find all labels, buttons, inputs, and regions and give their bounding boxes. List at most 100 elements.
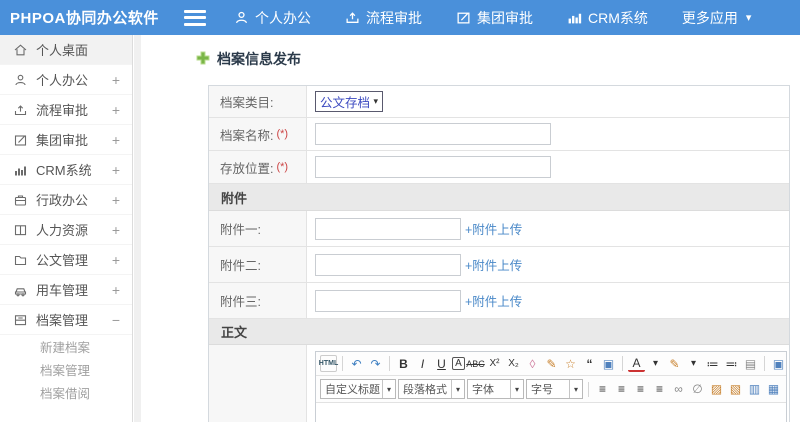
font-family-select[interactable]: 字体 ▾ [467, 379, 524, 399]
html-source-button[interactable]: HTML [319, 355, 338, 372]
sidebar-item-label: 档案管理 [36, 313, 89, 328]
briefcase-icon [13, 193, 28, 207]
underline-button[interactable]: U [433, 355, 450, 372]
topnav-label: CRM系统 [588, 9, 648, 26]
unlink-icon[interactable]: ∅ [689, 381, 706, 398]
topnav-personal-office[interactable]: 个人办公 [234, 8, 311, 28]
font-style-button[interactable]: A [452, 357, 465, 370]
top-bar: PHPOA协同办公软件 个人办公 流程审批 集团审批 CRM系统 更多应用 ▾ [0, 0, 800, 35]
unordered-list-icon[interactable]: ≕ [723, 355, 740, 372]
undo-icon[interactable]: ↶ [348, 355, 365, 372]
add-plus-icon [196, 51, 210, 68]
expand-plus-icon[interactable]: + [112, 132, 120, 148]
category-select[interactable]: 公文存档 ▾ [315, 91, 383, 112]
bar-chart-icon [13, 163, 28, 177]
form-row-body: HTML ↶ ↷ B I U A ABC X² X₂ ◊ ✎ ☆ “ ▣ A ▾… [209, 345, 789, 422]
align-left-icon[interactable]: ≡ [594, 381, 611, 398]
caret-down-icon: ▾ [451, 380, 464, 398]
editor-toolbar-row2: 自定义标题 ▾ 段落格式 ▾ 字体 ▾ 字号 ▾ ≡ ≡ ≡ ≡ ∞ ∅ ▨ ▧… [316, 376, 786, 403]
body-section-header: 正文 [209, 319, 789, 345]
format-brush-icon[interactable]: ✎ [543, 355, 560, 372]
attachment1-upload-link[interactable]: +附件上传 [465, 219, 522, 238]
highlight-pen-icon[interactable]: ✎ [666, 355, 683, 372]
strikethrough-button[interactable]: ABC [466, 355, 485, 372]
user-icon [13, 73, 28, 87]
expand-plus-icon[interactable]: + [112, 192, 120, 208]
sidebar-item-vehicle-mgmt[interactable]: 用车管理 + [0, 275, 132, 305]
archive-form: 档案类目: 公文存档 ▾ 档案名称: (*) 存放位置: (*) 附件 附件一:… [208, 85, 790, 422]
caret-down-icon[interactable]: ▾ [685, 355, 702, 372]
topnav-group-approval[interactable]: 集团审批 [456, 8, 533, 28]
superscript-button[interactable]: X² [486, 355, 503, 372]
form-row-name: 档案名称: (*) [209, 118, 789, 151]
expand-plus-icon[interactable]: + [112, 162, 120, 178]
sidebar-item-workflow-approval[interactable]: 流程审批 + [0, 95, 132, 125]
archive-name-input[interactable] [315, 123, 551, 145]
attachment3-input[interactable] [315, 289, 461, 312]
custom-title-select[interactable]: 自定义标题 ▾ [320, 379, 396, 399]
user-icon [234, 10, 249, 25]
autoformat-wand-icon[interactable]: ☆ [562, 355, 579, 372]
insert-image-alt-icon[interactable]: ▧ [727, 381, 744, 398]
attachment2-input[interactable] [315, 253, 461, 276]
caret-down-icon[interactable]: ▾ [647, 355, 664, 372]
eraser-icon[interactable]: ◊ [524, 355, 541, 372]
expand-plus-icon[interactable]: + [112, 252, 120, 268]
italic-button[interactable]: I [414, 355, 431, 372]
bold-button[interactable]: B [395, 355, 412, 372]
car-icon [13, 283, 28, 297]
required-mark: (*) [276, 161, 289, 173]
editor-content-area[interactable] [316, 403, 786, 422]
sidebar-item-label: 用车管理 [36, 283, 89, 298]
expand-plus-icon[interactable]: + [112, 222, 120, 238]
insert-image-icon[interactable]: ▨ [708, 381, 725, 398]
sidebar-item-document-mgmt[interactable]: 公文管理 + [0, 245, 132, 275]
menu-icon[interactable] [184, 9, 206, 26]
sidebar-item-admin-office[interactable]: 行政办公 + [0, 185, 132, 215]
sidebar-item-desktop[interactable]: 个人桌面 [0, 35, 132, 65]
sidebar-item-group-approval[interactable]: 集团审批 + [0, 125, 132, 155]
link-icon[interactable]: ∞ [670, 381, 687, 398]
paste-icon[interactable]: ▣ [600, 355, 617, 372]
expand-plus-icon[interactable]: + [112, 282, 120, 298]
sidebar-item-hr[interactable]: 人力资源 + [0, 215, 132, 245]
align-justify-icon[interactable]: ≡ [651, 381, 668, 398]
sidebar-item-archive-mgmt[interactable]: 档案管理 − [0, 305, 132, 335]
expand-plus-icon[interactable]: + [112, 102, 120, 118]
subscript-button[interactable]: X₂ [505, 355, 522, 372]
sidebar-subitem-archive-manage[interactable]: 档案管理 [0, 358, 132, 381]
sidebar-subitem-new-archive[interactable]: 新建档案 [0, 335, 132, 358]
insert-media-icon[interactable]: ▥ [746, 381, 763, 398]
expand-plus-icon[interactable]: + [112, 72, 120, 88]
ordered-list-icon[interactable]: ≔ [704, 355, 721, 372]
book-icon [13, 223, 28, 237]
sidebar-item-personal-office[interactable]: 个人办公 + [0, 65, 132, 95]
sidebar-item-crm[interactable]: CRM系统 + [0, 155, 132, 185]
topnav-more-apps[interactable]: 更多应用 ▾ [682, 8, 752, 28]
font-color-button[interactable]: A [628, 355, 645, 372]
redo-icon[interactable]: ↷ [367, 355, 384, 372]
attachment1-input[interactable] [315, 217, 461, 240]
blockquote-icon[interactable]: “ [581, 355, 598, 372]
attachment3-upload-link[interactable]: +附件上传 [465, 291, 522, 310]
font-size-select[interactable]: 字号 ▾ [526, 379, 583, 399]
storage-location-input[interactable] [315, 156, 551, 178]
page-title-text: 档案信息发布 [217, 51, 301, 67]
sidebar-subitem-archive-borrow[interactable]: 档案借阅 [0, 381, 132, 404]
collapse-minus-icon[interactable]: − [112, 312, 120, 328]
fullscreen-monitor-icon[interactable]: ▣ [770, 355, 787, 372]
sidebar-item-label: 公文管理 [36, 253, 89, 268]
form-row-attachment-1: 附件一: +附件上传 [209, 211, 789, 247]
align-center-icon[interactable]: ≡ [613, 381, 630, 398]
paragraph-format-select[interactable]: 段落格式 ▾ [398, 379, 465, 399]
sidebar-item-label: 集团审批 [36, 133, 89, 148]
align-right-icon[interactable]: ≡ [632, 381, 649, 398]
topnav-label: 个人办公 [255, 9, 311, 26]
insert-table-icon[interactable]: ▦ [765, 381, 782, 398]
new-document-icon[interactable]: ▤ [742, 355, 759, 372]
form-row-attachment-2: 附件二: +附件上传 [209, 247, 789, 283]
topnav-workflow-approval[interactable]: 流程审批 [345, 8, 422, 28]
attachment3-label: 附件三: [220, 295, 261, 309]
topnav-crm[interactable]: CRM系统 [567, 8, 648, 28]
attachment2-upload-link[interactable]: +附件上传 [465, 255, 522, 274]
